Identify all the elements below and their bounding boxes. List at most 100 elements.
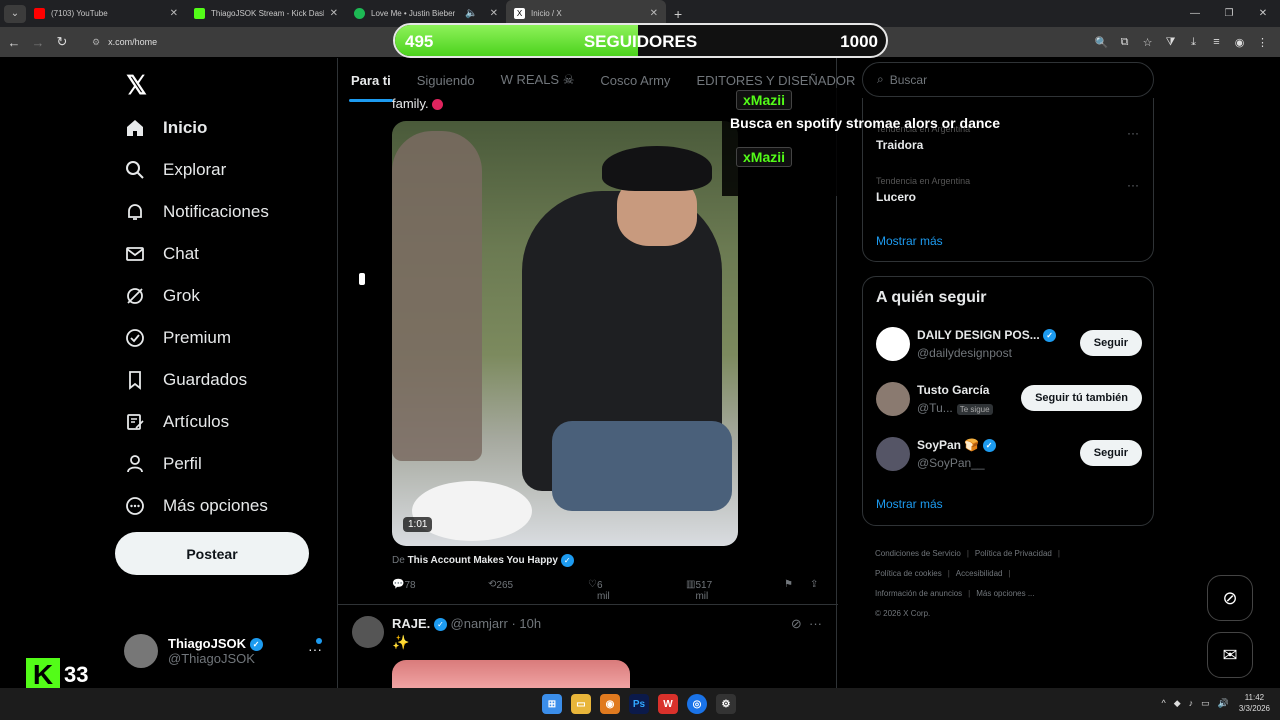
browser-tab[interactable]: (7103) YouTube ✕ — [26, 0, 186, 27]
footer-link[interactable]: Más opciones ... — [976, 589, 1034, 598]
more-icon[interactable]: ··· — [308, 641, 322, 657]
repost-button[interactable]: ⟲ 265 — [488, 579, 513, 591]
follow-back-button[interactable]: Seguir tú también — [1021, 385, 1142, 411]
photoshop-icon[interactable]: Ps — [629, 694, 649, 714]
reading-list-icon[interactable]: ≡ — [1205, 36, 1228, 48]
forward-icon[interactable]: → — [26, 35, 50, 50]
sidebar-item-perfil[interactable]: Perfil — [124, 449, 202, 479]
trends-show-more[interactable]: Mostrar más — [876, 234, 943, 248]
menu-icon[interactable]: ⋮ — [1251, 36, 1274, 49]
sidebar-item-mas-opciones[interactable]: Más opciones — [124, 491, 268, 521]
footer-link[interactable]: Información de anuncios — [875, 589, 962, 598]
trend-item[interactable]: Tendencia en Argentina Lucero — [876, 176, 970, 204]
views-button[interactable]: ▥ 517 mil — [686, 579, 712, 602]
separator: | — [968, 589, 971, 598]
defender-icon[interactable]: ◆ — [1174, 698, 1181, 709]
close-tab-icon[interactable]: ✕ — [330, 8, 338, 19]
tab-cosco-army[interactable]: Cosco Army — [587, 73, 683, 88]
footer-link[interactable]: Política de Privacidad — [975, 549, 1052, 558]
chrome-icon[interactable]: ◎ — [687, 694, 707, 714]
tweet-menu: ⊘ ··· — [791, 616, 822, 632]
search-input[interactable]: ⌕ Buscar — [862, 62, 1154, 97]
tab-para-ti[interactable]: Para ti — [338, 73, 404, 102]
cast-icon[interactable]: ⧉ — [1113, 36, 1136, 49]
minimize-icon[interactable]: — — [1178, 0, 1212, 27]
wps-icon[interactable]: W — [658, 694, 678, 714]
search-icon: ⌕ — [877, 72, 884, 86]
footer-link[interactable]: Política de cookies — [875, 569, 942, 578]
reply-button[interactable]: 💬 78 — [392, 579, 416, 591]
close-window-icon[interactable]: ✕ — [1246, 0, 1280, 27]
tweet-video[interactable]: 1:01 — [392, 121, 738, 546]
grok-fab-button[interactable]: ⊘ — [1207, 575, 1253, 621]
more-icon[interactable]: ··· — [1127, 178, 1139, 192]
sidebar-item-label: Artículos — [163, 412, 230, 431]
sidebar-item-articulos[interactable]: Artículos — [124, 407, 229, 437]
messages-fab-button[interactable]: ✉ — [1207, 632, 1253, 678]
tab-siguiendo[interactable]: Siguiendo — [404, 73, 488, 88]
follow-item[interactable]: SoyPan 🍞 ✓ @SoyPan__ Seguir — [876, 437, 1142, 473]
tray-chevron-icon[interactable]: ^ — [1161, 698, 1165, 708]
tab-search-button[interactable]: ⌄ — [4, 4, 26, 23]
share-icon[interactable]: ⇪ — [810, 579, 818, 590]
mail-icon — [124, 243, 146, 265]
follow-item[interactable]: DAILY DESIGN POS... ✓ @dailydesignpost S… — [876, 327, 1142, 363]
volume-icon[interactable]: 🔊 — [1218, 698, 1229, 709]
sidebar-item-label: Explorar — [163, 160, 227, 179]
follow-item[interactable]: Tusto García @Tu... Te sigue Seguir tú ta… — [876, 382, 1142, 418]
sidebar-item-premium[interactable]: Premium — [124, 323, 231, 353]
avatar[interactable] — [352, 616, 384, 648]
more-icon[interactable]: ··· — [809, 616, 822, 631]
display-icon[interactable]: ▭ — [1201, 698, 1210, 709]
settings-icon[interactable]: ⚙ — [716, 694, 736, 714]
bookmark-icon[interactable]: ⚑ — [784, 579, 793, 590]
footer-link[interactable]: Accesibilidad — [956, 569, 1003, 578]
x-logo-icon[interactable]: 𝕏 — [126, 70, 147, 101]
blender-icon[interactable]: ◉ — [600, 694, 620, 714]
speaker-icon[interactable]: 🔈 — [465, 8, 477, 19]
reload-icon[interactable]: ↻ — [50, 34, 74, 50]
follow-show-more[interactable]: Mostrar más — [876, 497, 943, 511]
post-button[interactable]: Postear — [115, 532, 309, 575]
tweet-author-name[interactable]: RAJE. — [392, 616, 430, 631]
account-switcher[interactable]: ThiagoJSOK ✓ @ThiagoJSOK ··· — [124, 631, 334, 671]
tab-editores[interactable]: EDITORES Y DISEÑADOR — [683, 73, 868, 88]
follow-handle: @SoyPan__ — [917, 456, 985, 470]
tweet-image[interactable] — [392, 660, 630, 688]
sidebar-item-guardados[interactable]: Guardados — [124, 365, 247, 395]
close-tab-icon[interactable]: ✕ — [650, 8, 658, 19]
like-button[interactable]: ♡ 6 mil — [588, 579, 610, 602]
clock[interactable]: 11:42 3/3/2026 — [1239, 692, 1270, 714]
more-icon[interactable]: ··· — [1127, 126, 1139, 140]
url-field[interactable]: ⚙ x.com/home — [84, 31, 384, 53]
sidebar-item-chat[interactable]: Chat — [124, 239, 199, 269]
restore-icon[interactable]: ❐ — [1212, 0, 1246, 27]
download-icon[interactable]: ⤓ — [1182, 36, 1205, 49]
follow-button[interactable]: Seguir — [1079, 330, 1142, 356]
new-tab-icon[interactable]: + — [674, 6, 682, 22]
profile-icon[interactable]: ◉ — [1228, 36, 1251, 49]
sidebar-item-inicio[interactable]: Inicio — [124, 113, 207, 143]
close-tab-icon[interactable]: ✕ — [170, 8, 178, 19]
tweet-time[interactable]: · 10h — [511, 616, 541, 631]
zoom-icon[interactable]: 🔍 — [1090, 36, 1113, 49]
extensions-icon[interactable]: ⧩ — [1159, 36, 1182, 49]
follow-button[interactable]: Seguir — [1079, 440, 1142, 466]
footer-link[interactable]: Condiciones de Servicio — [875, 549, 961, 558]
file-explorer-icon[interactable]: ▭ — [571, 694, 591, 714]
verified-icon — [124, 327, 146, 349]
tab-w-reals[interactable]: W REALS ☠ — [488, 72, 588, 88]
source-account-link[interactable]: This Account Makes You Happy — [408, 555, 558, 566]
site-info-icon[interactable]: ⚙ — [92, 37, 100, 48]
sidebar-item-notificaciones[interactable]: Notificaciones — [124, 197, 269, 227]
mic-icon[interactable]: ♪ — [1189, 698, 1194, 708]
browser-tab[interactable]: ThiagoJSOK Stream - Kick Dashboard ✕ — [186, 0, 346, 27]
back-icon[interactable]: ← — [2, 35, 26, 50]
grok-icon[interactable]: ⊘ — [791, 616, 802, 631]
sidebar-item-grok[interactable]: Grok — [124, 281, 200, 311]
close-tab-icon[interactable]: ✕ — [490, 8, 498, 19]
windows-start-icon[interactable]: ⊞ — [542, 694, 562, 714]
star-icon[interactable]: ☆ — [1136, 36, 1159, 49]
sidebar-item-explorar[interactable]: Explorar — [124, 155, 226, 185]
tweet-author-handle[interactable]: @namjarr — [451, 616, 508, 631]
